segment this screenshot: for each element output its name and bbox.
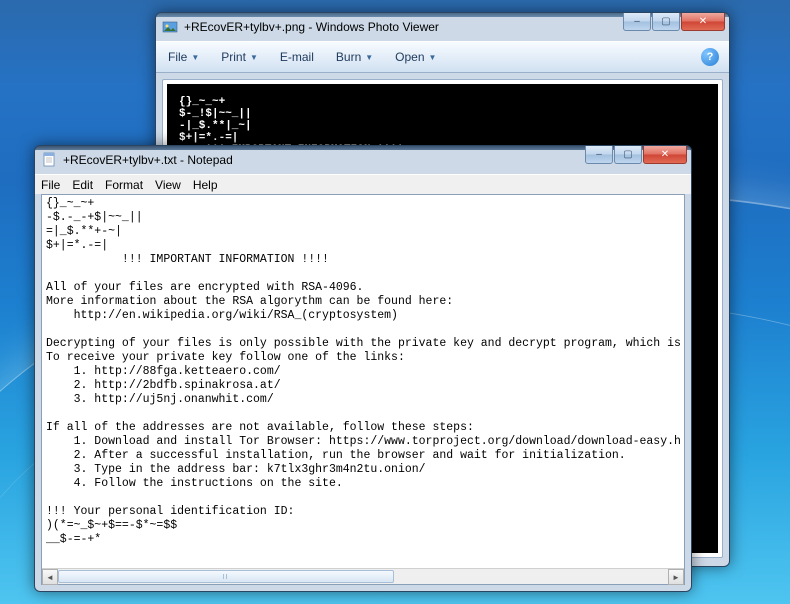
file-menu[interactable]: File ▼ (166, 46, 201, 68)
close-button[interactable]: ✕ (643, 146, 687, 164)
burn-menu[interactable]: Burn ▼ (334, 46, 375, 68)
minimize-button[interactable]: – (623, 13, 651, 31)
maximize-button[interactable]: ▢ (652, 13, 680, 31)
print-menu[interactable]: Print ▼ (219, 46, 260, 68)
horizontal-scrollbar[interactable]: ◄ ► (42, 568, 684, 584)
file-label: File (168, 50, 187, 64)
photo-viewer-window-controls: – ▢ ✕ (623, 13, 725, 31)
photo-viewer-app-icon (162, 19, 178, 35)
notepad-text-content[interactable]: {}_~_~+ -$.-_-+$|~~_|| =|_$.**+-~| $+|=*… (42, 195, 684, 568)
notepad-client-area: {}_~_~+ -$.-_-+$|~~_|| =|_$.**+-~| $+|=*… (41, 194, 685, 585)
open-label: Open (395, 50, 424, 64)
close-button[interactable]: ✕ (681, 13, 725, 31)
email-button[interactable]: E-mail (278, 46, 316, 68)
chevron-down-icon: ▼ (365, 53, 373, 62)
scroll-right-button[interactable]: ► (668, 569, 684, 585)
menu-format[interactable]: Format (105, 178, 143, 192)
maximize-button[interactable]: ▢ (614, 146, 642, 164)
email-label: E-mail (280, 50, 314, 64)
scroll-track[interactable] (58, 569, 668, 584)
notepad-app-icon (41, 152, 57, 168)
chevron-down-icon: ▼ (429, 53, 437, 62)
chevron-down-icon: ▼ (191, 53, 199, 62)
notepad-menubar: File Edit Format View Help (35, 174, 691, 194)
menu-view[interactable]: View (155, 178, 181, 192)
notepad-window: +REcovER+tylbv+.txt - Notepad – ▢ ✕ File… (34, 145, 692, 592)
minimize-button[interactable]: – (585, 146, 613, 164)
help-icon[interactable]: ? (701, 48, 719, 66)
photo-viewer-toolbar: File ▼ Print ▼ E-mail Burn ▼ Open ▼ ? (156, 41, 729, 73)
notepad-window-controls: – ▢ ✕ (585, 146, 687, 164)
chevron-down-icon: ▼ (250, 53, 258, 62)
scroll-thumb[interactable] (58, 570, 394, 583)
photo-viewer-titlebar[interactable]: +REcovER+tylbv+.png - Windows Photo View… (156, 13, 729, 41)
burn-label: Burn (336, 50, 361, 64)
open-menu[interactable]: Open ▼ (393, 46, 438, 68)
menu-help[interactable]: Help (193, 178, 218, 192)
print-label: Print (221, 50, 246, 64)
notepad-titlebar[interactable]: +REcovER+tylbv+.txt - Notepad – ▢ ✕ (35, 146, 691, 174)
menu-file[interactable]: File (41, 178, 60, 192)
menu-edit[interactable]: Edit (72, 178, 93, 192)
scroll-left-button[interactable]: ◄ (42, 569, 58, 585)
